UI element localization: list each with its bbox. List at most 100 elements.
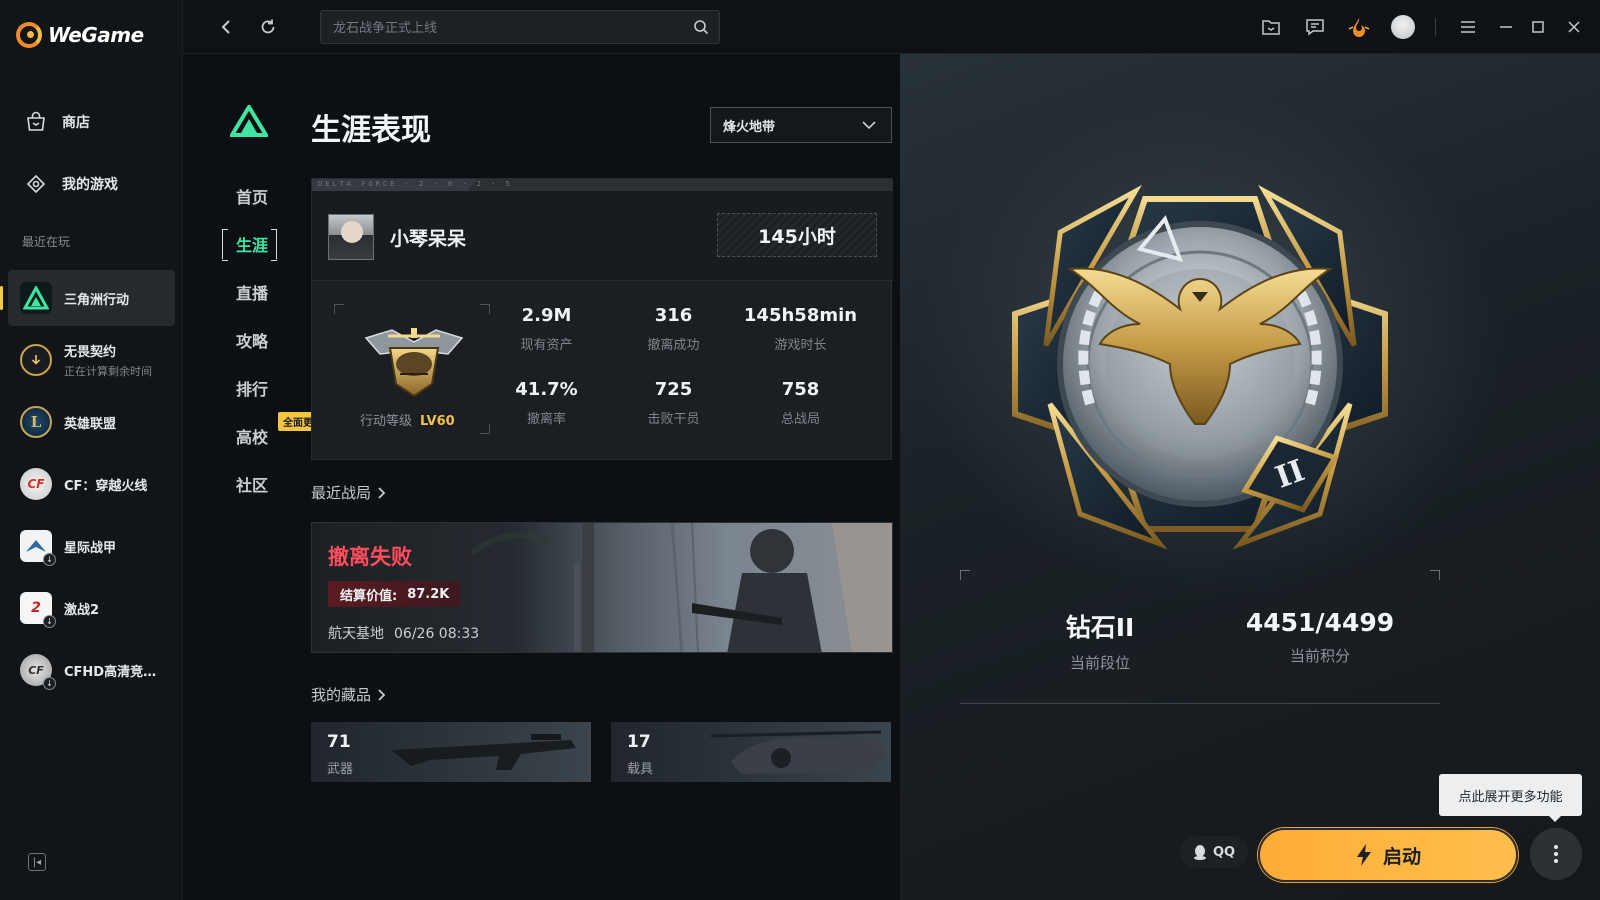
- weapon-count: 71: [327, 732, 351, 752]
- game-item-gw2[interactable]: 2 ↓ 激战2: [8, 580, 175, 636]
- download-badge-icon: ↓: [43, 615, 56, 628]
- tab-campus[interactable]: 高校: [222, 412, 282, 460]
- score-label: 当前积分: [1289, 647, 1350, 665]
- wegame-logo[interactable]: WeGame: [16, 22, 144, 48]
- stat-extract-success: 316 撤离成功: [611, 305, 736, 353]
- collection-weapons-card[interactable]: 71 武器: [311, 722, 591, 782]
- search-icon[interactable]: [693, 19, 709, 35]
- recent-section-title: 最近在玩: [22, 235, 71, 249]
- tab-career[interactable]: 生涯: [222, 220, 282, 268]
- frame-corner: [960, 570, 970, 580]
- tab-label: 社区: [235, 476, 268, 495]
- delta-force-logo-icon[interactable]: [230, 105, 268, 137]
- bag-icon: [27, 111, 45, 131]
- game-item-warframe[interactable]: ↓ 星际战甲: [8, 518, 175, 574]
- download-badge-icon: ↓: [43, 677, 56, 690]
- game-item-valorant[interactable]: 无畏契约 正在计算剩余时间: [8, 332, 175, 388]
- collection-vehicles-card[interactable]: 17 载具: [611, 722, 891, 782]
- tab-label: 高校: [235, 428, 268, 447]
- hero-rank-stat: 钻石II 当前段位: [1030, 608, 1170, 673]
- game-name: 激战2: [64, 602, 100, 618]
- tab-live[interactable]: 直播: [222, 268, 282, 316]
- stat-label: 现有资产: [520, 338, 573, 353]
- more-options-button[interactable]: [1530, 828, 1582, 880]
- lightning-icon: [1356, 844, 1371, 866]
- stat-label: 撤离率: [526, 412, 566, 427]
- action-level-label: 行动等级: [360, 414, 413, 429]
- activity-button[interactable]: [1337, 7, 1381, 47]
- game-item-cfhd[interactable]: CF ↓ CFHD高清竞技...: [8, 642, 175, 698]
- recent-matches-link[interactable]: 最近战局: [311, 482, 387, 503]
- qq-login-button[interactable]: QQ: [1180, 836, 1248, 868]
- game-item-delta-force[interactable]: 三角洲行动: [0, 270, 175, 326]
- collection-link[interactable]: 我的藏品: [311, 684, 387, 705]
- stat-total-matches: 758 总战局: [738, 379, 863, 427]
- tab-label: 直播: [235, 284, 268, 303]
- match-value-badge: 结算价值: 87.2K: [328, 581, 462, 607]
- more-features-tooltip: 点此展开更多功能: [1439, 774, 1582, 822]
- player-name: 小琴呆呆: [390, 228, 467, 250]
- match-result: 撤离失败: [328, 545, 412, 569]
- match-meta: 航天基地 06/26 08:33: [328, 623, 479, 643]
- active-bracket: [222, 229, 277, 261]
- nav-item-store[interactable]: 商店: [0, 100, 183, 144]
- launch-game-button[interactable]: 启动: [1258, 828, 1518, 882]
- tab-guide[interactable]: 攻略: [222, 316, 282, 364]
- card-strip-text: DELTA FORCE · 2 · 0 · 2 · 5: [318, 180, 513, 188]
- recent-match-card[interactable]: 撤离失败 结算价值: 87.2K 航天基地 06/26 08:33: [311, 522, 893, 653]
- folder-icon: [1262, 20, 1280, 35]
- career-summary-card: DELTA FORCE · 2 · 0 · 2 · 5 小琴呆呆 145小时 行…: [311, 178, 893, 460]
- close-button[interactable]: [1554, 7, 1594, 47]
- game-item-lol[interactable]: L 英雄联盟: [8, 394, 175, 450]
- tab-label: 首页: [235, 188, 268, 207]
- minimize-button[interactable]: [1490, 7, 1522, 47]
- vehicle-image: [710, 730, 886, 774]
- tab-label: 攻略: [235, 332, 268, 351]
- game-name: 英雄联盟: [64, 416, 117, 432]
- back-button[interactable]: [213, 14, 239, 40]
- game-name: CF：穿越火线: [64, 478, 148, 494]
- qq-label: QQ: [1212, 844, 1236, 860]
- maximize-button[interactable]: [1522, 7, 1554, 47]
- rank-emblem-image: II: [1012, 184, 1388, 550]
- game-name: 星际战甲: [64, 540, 117, 556]
- stat-extract-rate: 41.7% 撤离率: [484, 379, 609, 427]
- stat-kills: 725 击败干员: [611, 379, 736, 427]
- divider: [1435, 18, 1436, 36]
- nav-item-label: 商店: [62, 115, 90, 131]
- tab-community[interactable]: 社区: [222, 460, 282, 508]
- minimize-icon: [1500, 26, 1512, 28]
- tab-home[interactable]: 首页: [222, 172, 282, 220]
- game-name: 三角洲行动: [64, 292, 130, 308]
- action-level-value: LV60: [420, 414, 455, 429]
- messages-button[interactable]: [1293, 7, 1337, 47]
- menu-icon: [1461, 21, 1475, 33]
- mode-dropdown[interactable]: 烽火地带: [710, 107, 892, 143]
- wegame-logo-icon: [16, 22, 42, 48]
- tab-ranking[interactable]: 排行: [222, 364, 282, 412]
- menu-button[interactable]: [1446, 7, 1490, 47]
- folder-button[interactable]: [1249, 7, 1293, 47]
- match-value-label: 结算价值:: [340, 588, 398, 604]
- nav-item-my-games[interactable]: 我的游戏: [0, 162, 183, 206]
- lol-icon: L: [20, 406, 52, 438]
- game-name: CFHD高清竞技...: [64, 664, 169, 680]
- player-avatar[interactable]: [328, 214, 374, 260]
- game-item-crossfire[interactable]: CF CF：穿越火线: [8, 456, 175, 512]
- action-level: 行动等级 LV60: [360, 410, 455, 429]
- stat-label: 撤离成功: [647, 338, 700, 353]
- play-hours: 145小时: [717, 213, 877, 257]
- user-avatar[interactable]: [1391, 15, 1415, 39]
- section-nav: 首页 生涯 直播 攻略 排行 高校 社区: [222, 172, 282, 508]
- refresh-button[interactable]: [255, 14, 281, 40]
- crossfire-icon: CF: [20, 468, 52, 500]
- collapse-sidebar-button[interactable]: |◂: [28, 853, 46, 871]
- cfhd-icon: CF ↓: [20, 654, 56, 690]
- top-bar: [183, 0, 1600, 54]
- nav-item-label: 我的游戏: [62, 177, 118, 193]
- weapon-label: 武器: [327, 762, 354, 777]
- chat-icon: [1306, 19, 1324, 36]
- match-value: 87.2K: [407, 586, 450, 602]
- stat-label: 击败干员: [647, 412, 700, 427]
- search-input[interactable]: [333, 11, 683, 43]
